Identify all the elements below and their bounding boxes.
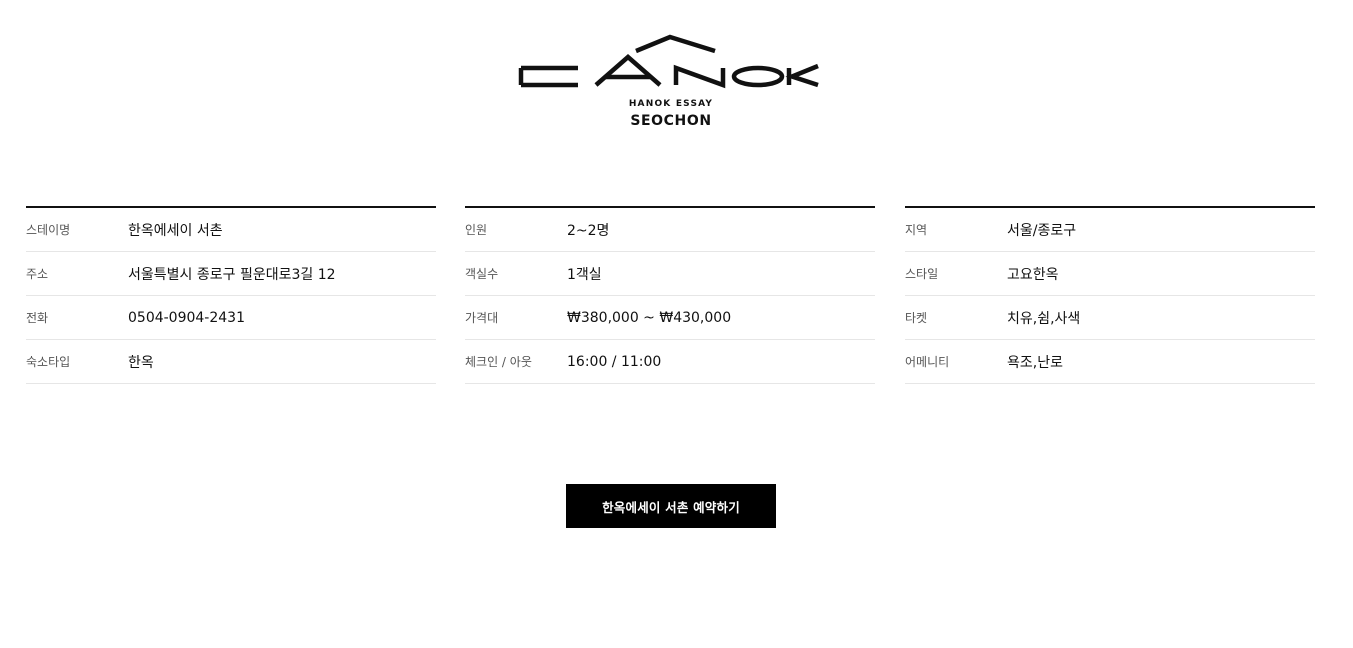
info-value: 치유,쉼,사색: [1007, 310, 1081, 327]
logo-subtitle: HANOK ESSAY: [628, 99, 714, 109]
info-label: 가격대: [465, 311, 499, 325]
info-label: 전화: [26, 311, 49, 325]
info-label: 타켓: [905, 311, 928, 325]
info-value: 고요한옥: [1007, 266, 1059, 283]
info-label: 주소: [26, 267, 49, 281]
info-row-style: 스타일 고요한옥: [905, 252, 1315, 296]
info-row-amenities: 어메니티 욕조,난로: [905, 340, 1315, 384]
info-label: 인원: [465, 223, 488, 237]
info-value: 서울특별시 종로구 필운대로3길 12: [128, 266, 336, 283]
info-row-phone: 전화 0504-0904-2431: [26, 296, 436, 340]
info-column-stay: 스테이명 한옥에세이 서촌 주소 서울특별시 종로구 필운대로3길 12 전화 …: [26, 206, 436, 384]
info-row-lodging-type: 숙소타입 한옥: [26, 340, 436, 384]
info-row-room-count: 객실수 1객실: [465, 252, 875, 296]
info-value: 16:00 / 11:00: [567, 353, 662, 370]
info-value: 욕조,난로: [1007, 354, 1063, 371]
info-label: 체크인 / 아웃: [465, 355, 532, 369]
info-row-target: 타켓 치유,쉼,사색: [905, 296, 1315, 340]
hanok-logo-icon: [518, 34, 819, 89]
info-value: 서울/종로구: [1007, 222, 1077, 239]
info-row-guests: 인원 2~2명: [465, 208, 875, 252]
info-column-room: 인원 2~2명 객실수 1객실 가격대 ₩380,000 ~ ₩430,000 …: [465, 206, 875, 384]
info-row-checkin-checkout: 체크인 / 아웃 16:00 / 11:00: [465, 340, 875, 384]
info-label: 스타일: [905, 267, 939, 281]
info-value: 한옥에세이 서촌: [128, 222, 223, 239]
info-label: 스테이명: [26, 223, 71, 237]
info-row-stay-name: 스테이명 한옥에세이 서촌: [26, 208, 436, 252]
brand-logo[interactable]: HANOK ESSAY SEOCHON: [518, 34, 824, 130]
info-value: ₩380,000 ~ ₩430,000: [567, 309, 732, 326]
logo-location: SEOCHON: [630, 113, 712, 129]
info-label: 지역: [905, 223, 928, 237]
info-value: 2~2명: [567, 222, 610, 239]
info-value: 한옥: [128, 354, 154, 371]
info-row-address: 주소 서울특별시 종로구 필운대로3길 12: [26, 252, 436, 296]
info-value: 0504-0904-2431: [128, 309, 245, 326]
info-row-price-range: 가격대 ₩380,000 ~ ₩430,000: [465, 296, 875, 340]
info-row-region: 지역 서울/종로구: [905, 208, 1315, 252]
info-column-style: 지역 서울/종로구 스타일 고요한옥 타켓 치유,쉼,사색 어메니티 욕조,난로: [905, 206, 1315, 384]
info-value: 1객실: [567, 266, 602, 283]
info-label: 어메니티: [905, 355, 950, 369]
info-label: 숙소타입: [26, 355, 71, 369]
reserve-button[interactable]: 한옥에세이 서촌 예약하기: [566, 484, 776, 528]
info-label: 객실수: [465, 267, 499, 281]
